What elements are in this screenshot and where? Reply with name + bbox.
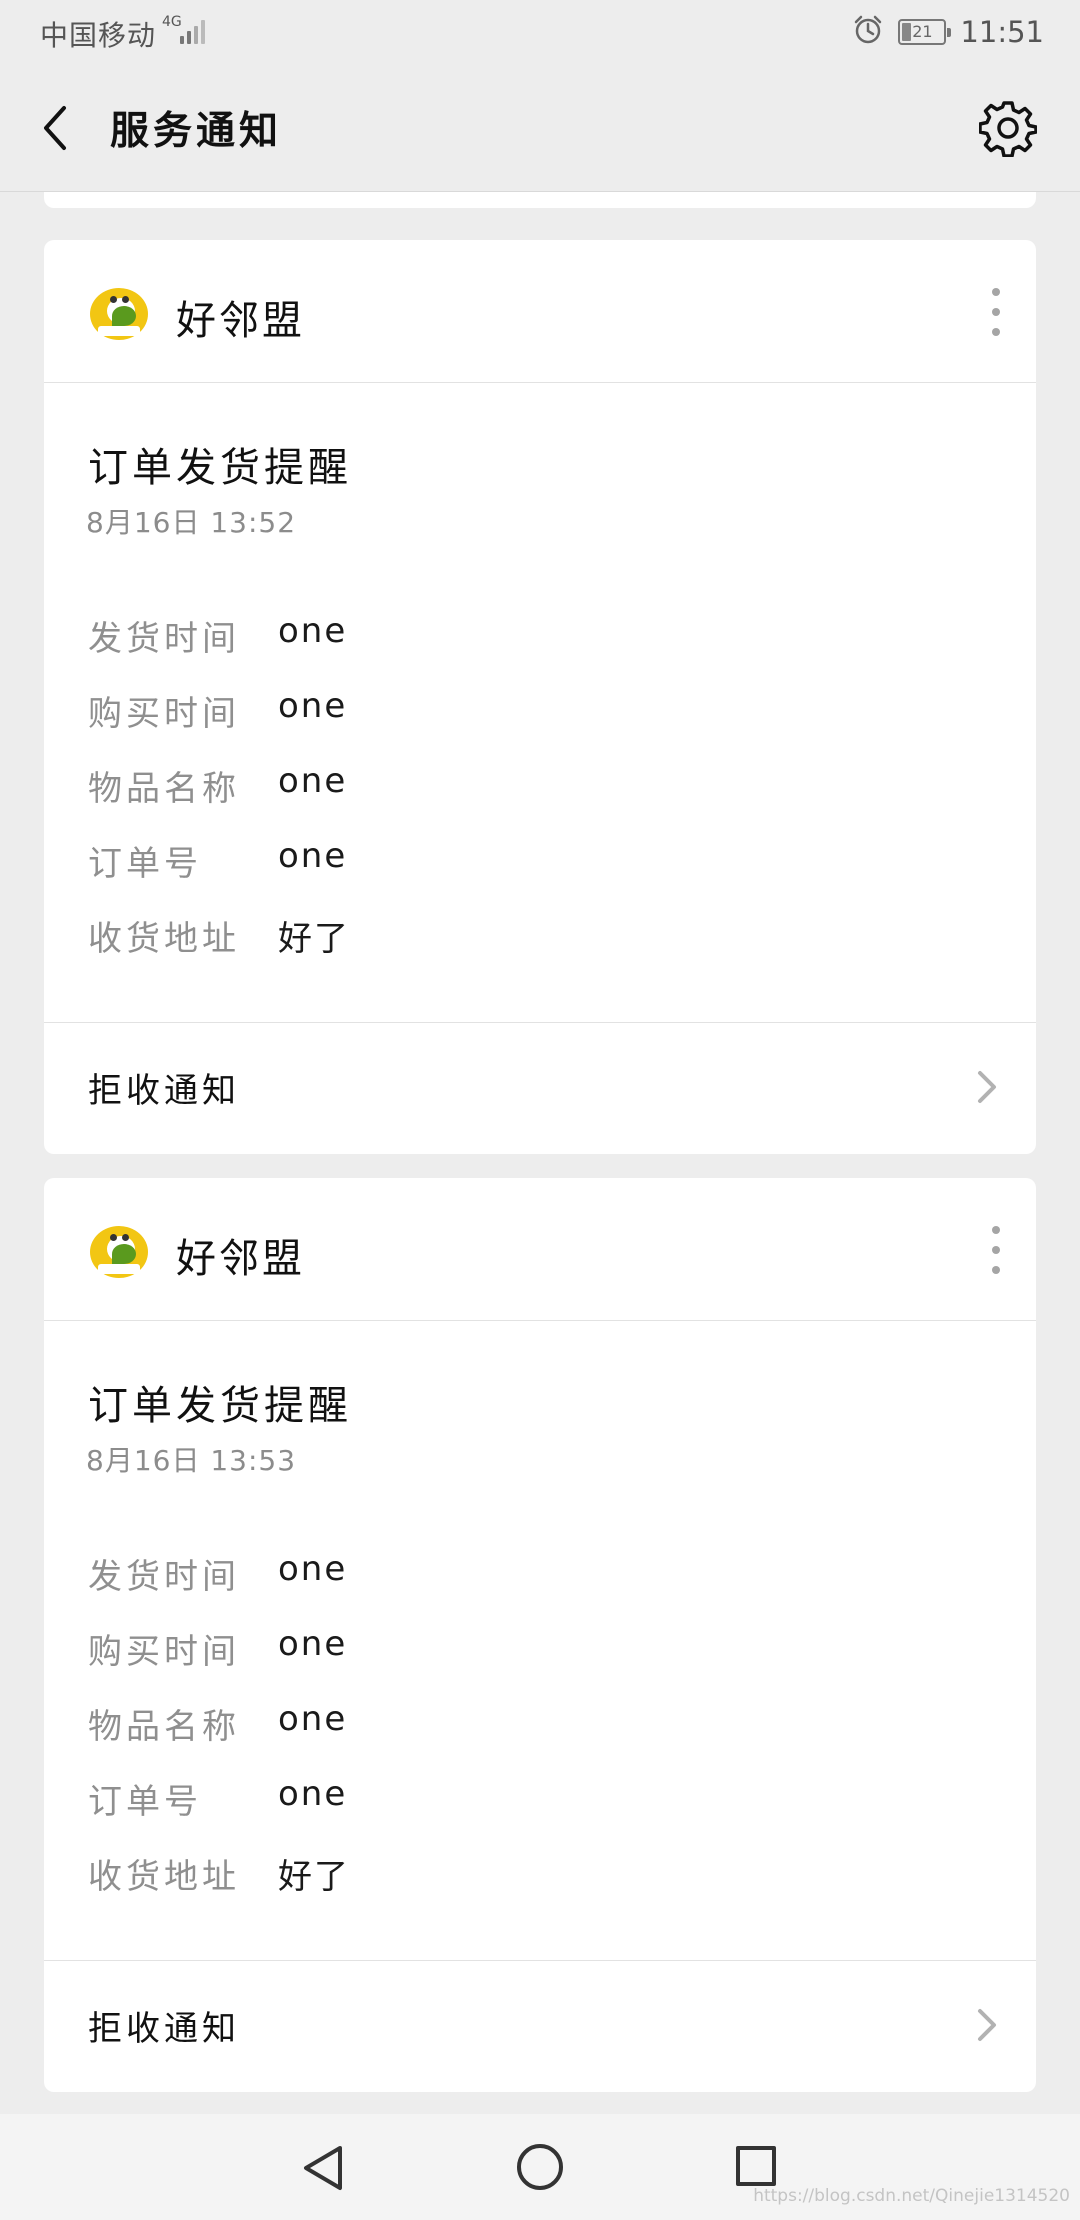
field-label: 收货地址 [88, 919, 240, 959]
alarm-clock-icon [852, 14, 884, 50]
field-row: 购买时间 one [88, 1624, 988, 1699]
reject-notification-row[interactable]: 拒收通知 [44, 1961, 1036, 2091]
field-value: one [278, 1774, 348, 1814]
field-row: 收货地址 好了 [88, 911, 988, 986]
merchant-name: 好邻盟 [176, 1236, 305, 1282]
field-label: 发货时间 [88, 1557, 240, 1597]
signal-icon [180, 16, 210, 44]
field-row: 订单号 one [88, 836, 988, 911]
merchant-name: 好邻盟 [176, 298, 305, 344]
notification-card: 好邻盟 订单发货提醒 8月16日 13:52 发货时间 one 购买时间 one [44, 240, 1036, 1154]
field-label: 发货时间 [88, 619, 240, 659]
field-value: one [278, 611, 348, 651]
reject-notification-label: 拒收通知 [88, 2009, 240, 2049]
field-row: 购买时间 one [88, 686, 988, 761]
gear-icon [979, 101, 1037, 157]
merchant-avatar [90, 288, 148, 340]
settings-button[interactable] [976, 96, 1040, 160]
field-value: 好了 [278, 1857, 350, 1897]
message-time: 8月16日 13:53 [86, 1444, 297, 1477]
chevron-right-icon [978, 2009, 996, 2041]
field-value: one [278, 1549, 348, 1589]
card-body[interactable]: 订单发货提醒 8月16日 13:52 发货时间 one 购买时间 one 物品名… [44, 383, 1036, 1023]
message-title: 订单发货提醒 [88, 445, 352, 491]
notification-feed[interactable]: 好邻盟 订单发货提醒 8月16日 13:52 发货时间 one 购买时间 one [0, 192, 1080, 2114]
field-value: one [278, 761, 348, 801]
field-label: 物品名称 [88, 1707, 240, 1747]
message-time: 8月16日 13:52 [86, 506, 297, 539]
system-recents-icon[interactable] [736, 2146, 776, 2186]
field-label: 订单号 [88, 1782, 202, 1822]
field-value: one [278, 836, 348, 876]
system-nav-bar: https://blog.csdn.net/Qinejie1314520 [0, 2114, 1080, 2220]
system-back-icon[interactable] [300, 2144, 346, 2192]
field-label: 购买时间 [88, 1632, 240, 1672]
reject-notification-label: 拒收通知 [88, 1071, 240, 1111]
field-value: 好了 [278, 919, 350, 959]
status-right-group: 21 11:51 [852, 12, 1044, 52]
card-header[interactable]: 好邻盟 [44, 240, 1036, 383]
merchant-avatar [90, 1226, 148, 1278]
card-body[interactable]: 订单发货提醒 8月16日 13:53 发货时间 one 购买时间 one 物品名… [44, 1321, 1036, 1961]
watermark: https://blog.csdn.net/Qinejie1314520 [753, 2186, 1070, 2206]
page-title: 服务通知 [110, 109, 283, 154]
status-time: 11:51 [960, 15, 1044, 49]
field-label: 物品名称 [88, 769, 240, 809]
field-list: 发货时间 one 购买时间 one 物品名称 one 订单号 one 收货地址 … [88, 1549, 988, 1924]
field-row: 发货时间 one [88, 1549, 988, 1624]
field-list: 发货时间 one 购买时间 one 物品名称 one 订单号 one 收货地址 … [88, 611, 988, 986]
field-value: one [278, 1699, 348, 1739]
field-row: 订单号 one [88, 1774, 988, 1849]
field-value: one [278, 1624, 348, 1664]
previous-card-edge [44, 192, 1036, 208]
status-bar: 中国移动 4G 21 11:51 [0, 0, 1080, 64]
card-header[interactable]: 好邻盟 [44, 1178, 1036, 1321]
more-options-button[interactable] [986, 284, 1006, 340]
message-title: 订单发货提醒 [88, 1383, 352, 1429]
notification-card: 好邻盟 订单发货提醒 8月16日 13:53 发货时间 one 购买时间 one [44, 1178, 1036, 2092]
field-label: 收货地址 [88, 1857, 240, 1897]
field-row: 收货地址 好了 [88, 1849, 988, 1924]
chevron-right-icon [978, 1071, 996, 1103]
reject-notification-row[interactable]: 拒收通知 [44, 1023, 1036, 1153]
network-type: 4G [162, 14, 182, 30]
system-home-icon[interactable] [517, 2144, 563, 2190]
battery-icon: 21 [898, 19, 952, 45]
back-button[interactable] [30, 98, 80, 158]
field-row: 发货时间 one [88, 611, 988, 686]
nav-bar: 服务通知 [0, 64, 1080, 192]
field-row: 物品名称 one [88, 761, 988, 836]
field-row: 物品名称 one [88, 1699, 988, 1774]
field-label: 购买时间 [88, 694, 240, 734]
carrier-name: 中国移动 [40, 19, 157, 52]
service-notifications-screen: 中国移动 4G 21 11:51 服务通知 好邻盟 订单发货提醒 8月16日 1… [0, 0, 1080, 2220]
more-options-button[interactable] [986, 1222, 1006, 1278]
battery-level: 21 [912, 22, 933, 41]
chevron-left-icon [44, 106, 66, 150]
field-value: one [278, 686, 348, 726]
field-label: 订单号 [88, 844, 202, 884]
